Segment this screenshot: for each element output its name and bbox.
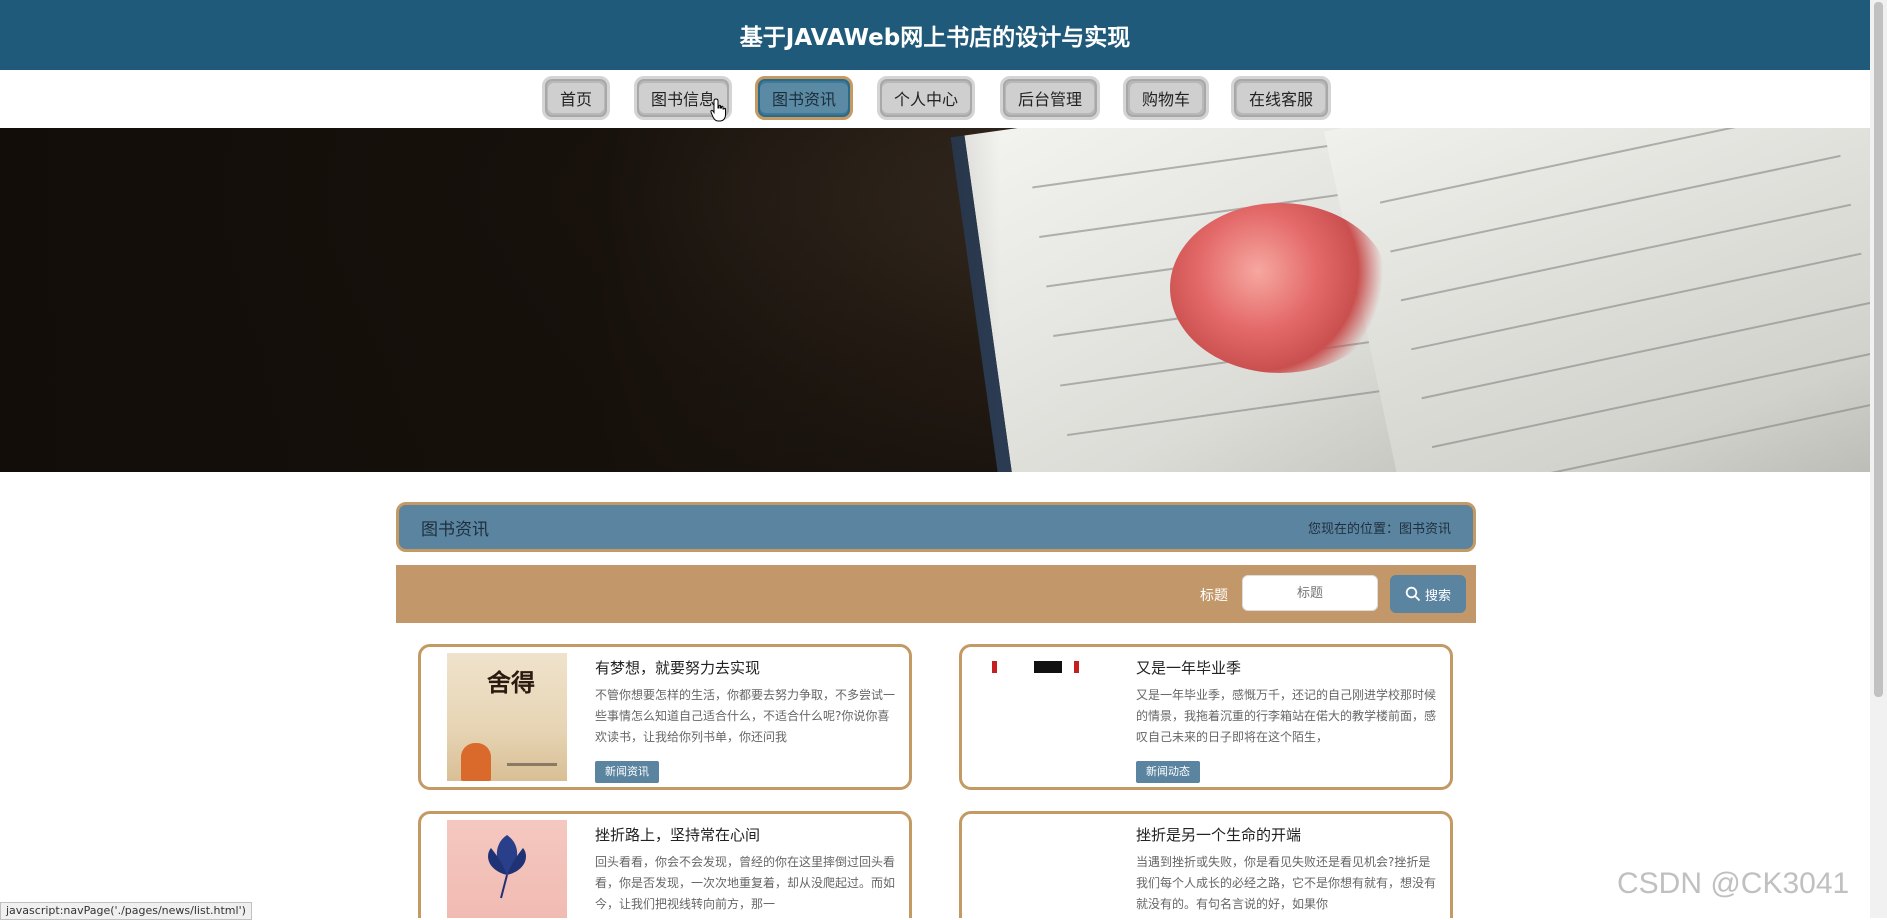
hero-banner — [0, 128, 1870, 472]
search-bar: 标题 搜索 — [396, 565, 1476, 623]
flower-icon — [488, 835, 526, 899]
section-title: 图书资讯 — [421, 519, 489, 540]
news-thumbnail — [988, 820, 1108, 918]
news-title[interactable]: 有梦想，就要努力去实现 — [595, 657, 760, 678]
search-icon — [1405, 586, 1421, 602]
nav-customer-service-label: 在线客服 — [1248, 90, 1313, 109]
nav-home-label: 首页 — [559, 90, 592, 109]
news-thumbnail: 舍得 — [447, 653, 567, 781]
nav-admin[interactable]: 后台管理 — [1000, 76, 1100, 120]
news-card[interactable]: 舍得 有梦想，就要努力去实现 不管你想要怎样的生活，你都要去努力争取，不多尝试一… — [418, 644, 912, 790]
nav-customer-service[interactable]: 在线客服 — [1231, 76, 1331, 120]
news-summary: 当遇到挫折或失败，你是看见失败还是看见机会?挫折是我们每个人成长的必经之路，它不… — [1136, 855, 1436, 911]
news-tag: 新闻动态 — [1136, 761, 1200, 783]
news-summary: 回头看看，你会不会发现，曾经的你在这里摔倒过回头看看，你是否发现，一次次地重复着… — [595, 855, 895, 911]
news-summary: 不管你想要怎样的生活，你都要去努力争取，不多尝试一些事情怎么知道自己适合什么，不… — [595, 688, 895, 744]
nav-home[interactable]: 首页 — [542, 76, 610, 120]
nav-user-center-label: 个人中心 — [893, 90, 958, 109]
news-card[interactable]: 蓝 耶 挫折路上，坚持常在心间 回头看看，你会不会发现，曾经的你在这里摔倒过回头… — [418, 811, 912, 918]
scrollbar-thumb[interactable] — [1874, 2, 1883, 697]
breadcrumb: 您现在的位置：图书资讯 — [1307, 521, 1451, 537]
search-button-label: 搜索 — [1424, 588, 1451, 604]
news-thumbnail: 蓝 耶 — [447, 820, 567, 918]
nav-book-news[interactable]: 图书资讯 — [755, 76, 853, 120]
nav-cart-label: 购物车 — [1141, 90, 1190, 109]
flower-bouquet — [1170, 203, 1390, 373]
news-title[interactable]: 挫折路上，坚持常在心间 — [595, 824, 760, 845]
browser-status-bar: javascript:navPage('./pages/news/list.ht… — [0, 902, 252, 920]
section-header: 图书资讯 您现在的位置：图书资讯 — [396, 502, 1476, 552]
site-header: 基于JAVAWeb网上书店的设计与实现 — [0, 0, 1870, 70]
hand-cursor-icon — [710, 98, 726, 122]
news-thumbnail — [988, 653, 1108, 781]
csdn-watermark: CSDN @CK3041 — [1617, 867, 1850, 900]
search-button[interactable]: 搜索 — [1390, 575, 1466, 613]
nav-user-center[interactable]: 个人中心 — [877, 76, 975, 120]
nav-admin-label: 后台管理 — [1017, 90, 1082, 109]
site-title: 基于JAVAWeb网上书店的设计与实现 — [739, 25, 1131, 51]
search-input[interactable] — [1242, 575, 1378, 611]
news-tag: 新闻资讯 — [595, 761, 659, 783]
cover-title: 舍得 — [487, 668, 535, 697]
sheet-music-right — [1324, 128, 1870, 472]
nav-cart[interactable]: 购物车 — [1123, 76, 1209, 120]
news-summary: 又是一年毕业季，感慨万千，还记的自己刚进学校那时候的情景，我拖着沉重的行李箱站在… — [1136, 688, 1436, 744]
main-nav: 首页 图书信息 图书资讯 个人中心 后台管理 购物车 在线客服 — [0, 70, 1870, 128]
nav-book-info-label: 图书信息 — [650, 90, 715, 109]
news-card[interactable]: 又是一年毕业季 又是一年毕业季，感慨万千，还记的自己刚进学校那时候的情景，我拖着… — [959, 644, 1453, 790]
news-title[interactable]: 又是一年毕业季 — [1136, 657, 1241, 678]
nav-book-news-label: 图书资讯 — [771, 90, 836, 109]
page: 基于JAVAWeb网上书店的设计与实现 首页 图书信息 图书资讯 个人中心 后台… — [0, 0, 1870, 918]
vertical-scrollbar[interactable] — [1870, 0, 1887, 918]
search-label: 标题 — [1200, 588, 1228, 604]
news-card[interactable]: 挫折是另一个生命的开端 当遇到挫折或失败，你是看见失败还是看见机会?挫折是我们每… — [959, 811, 1453, 918]
news-title[interactable]: 挫折是另一个生命的开端 — [1136, 824, 1301, 845]
